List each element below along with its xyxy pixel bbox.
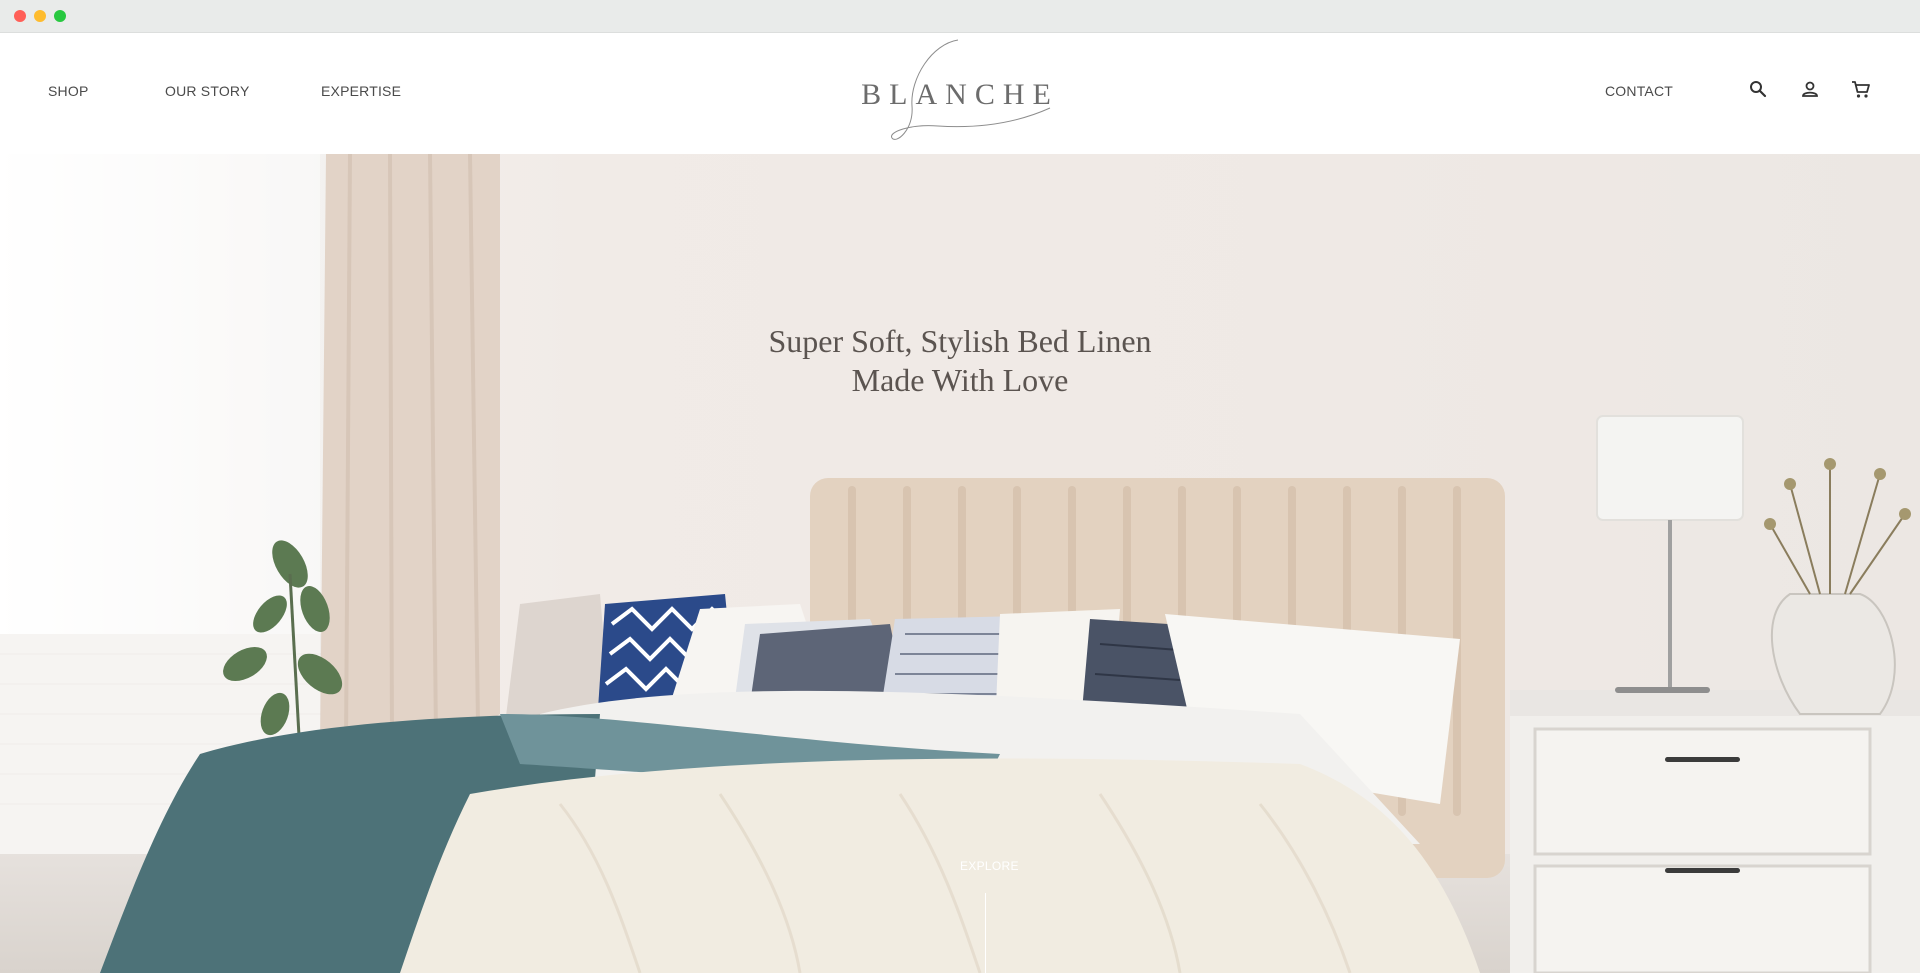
minimize-window-button[interactable] <box>34 10 46 22</box>
blanche-logo[interactable]: BLANCHE <box>840 38 1080 148</box>
maximize-window-button[interactable] <box>54 10 66 22</box>
hero-headline-line-2: Made With Love <box>851 362 1069 398</box>
account-icon[interactable] <box>1798 77 1822 101</box>
browser-chrome <box>0 0 1920 33</box>
site-header: SHOP OUR STORY EXPERTISE BLANCHE CONTACT <box>0 33 1920 154</box>
bedroom-hero-image <box>0 154 1920 973</box>
scroll-indicator-line <box>985 893 986 973</box>
close-window-button[interactable] <box>14 10 26 22</box>
nav-shop[interactable]: SHOP <box>48 83 88 99</box>
hero-banner: Super Soft, Stylish Bed Linen Made With … <box>0 154 1920 973</box>
hero-headline: Super Soft, Stylish Bed Linen Made With … <box>560 322 1360 400</box>
nav-expertise[interactable]: EXPERTISE <box>321 83 401 99</box>
search-icon[interactable] <box>1746 77 1770 101</box>
explore-link[interactable]: EXPLORE <box>960 859 1018 873</box>
cart-icon[interactable] <box>1849 77 1873 101</box>
logo-wordmark: BLANCHE <box>861 78 1059 111</box>
nav-our-story[interactable]: OUR STORY <box>165 83 250 99</box>
nav-contact[interactable]: CONTACT <box>1605 83 1673 99</box>
hero-headline-line-1: Super Soft, Stylish Bed Linen <box>768 323 1152 359</box>
